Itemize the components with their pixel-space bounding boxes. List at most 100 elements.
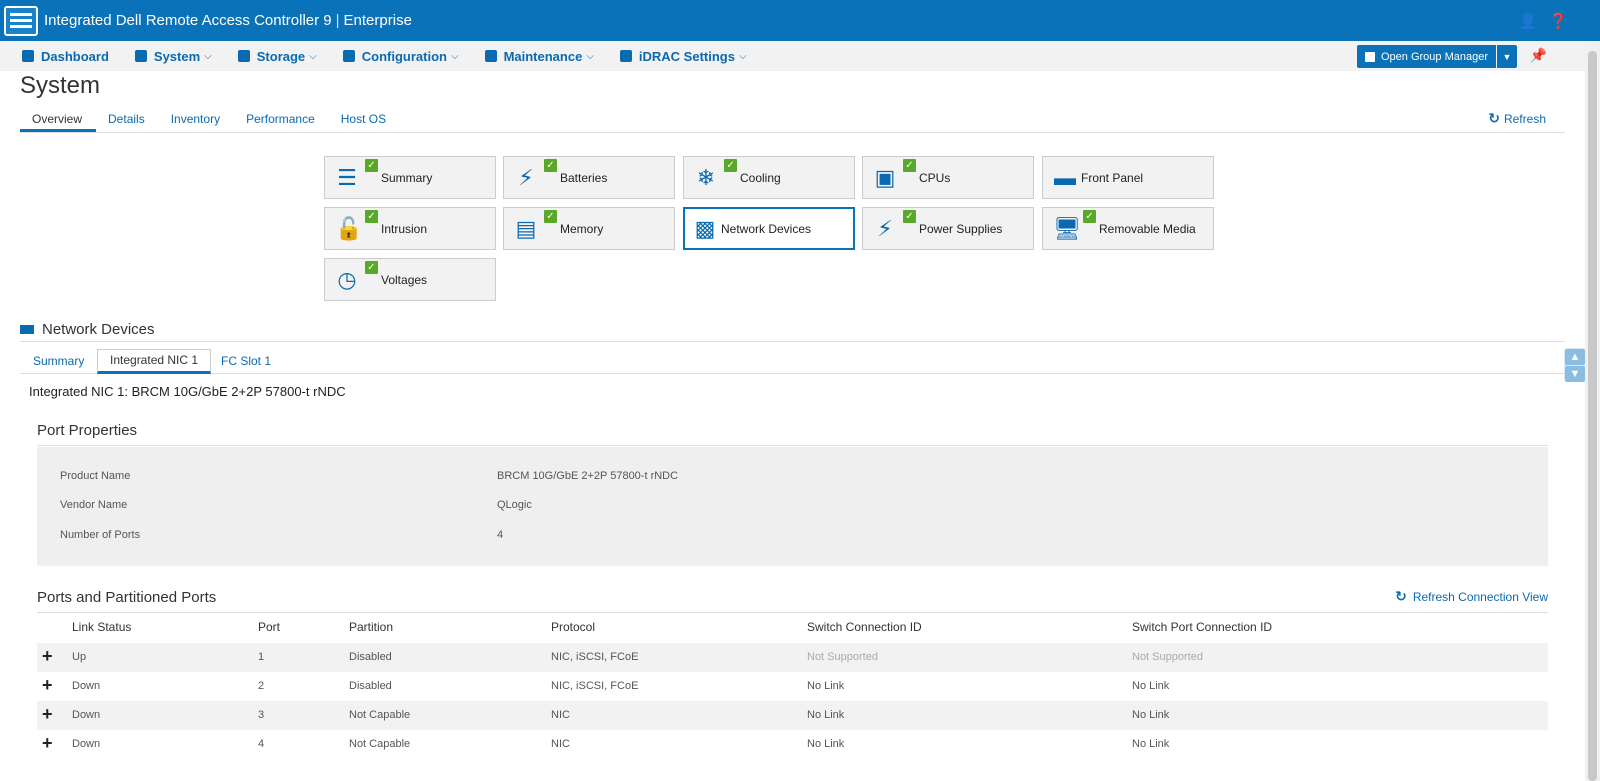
tile-voltages[interactable]: ◷ ✓ Voltages <box>324 258 496 301</box>
status-ok-icon: ✓ <box>365 210 378 223</box>
port-number: 2 <box>258 680 265 692</box>
lock-icon: 🔓 <box>335 215 363 241</box>
tile-power-supplies[interactable]: ⚡ ✓ Power Supplies <box>862 207 1034 250</box>
switch-port-connection-id: No Link <box>1132 709 1170 721</box>
tile-network-devices[interactable]: ▩ Network Devices <box>683 207 855 250</box>
network-devices-header: Network Devices <box>20 318 1565 342</box>
menu-maintenance[interactable]: Maintenance ⌵ <box>484 48 594 64</box>
port-number: 1 <box>258 651 265 663</box>
tab-inventory[interactable]: Inventory <box>159 108 234 132</box>
status-ok-icon: ✓ <box>724 159 737 172</box>
menu-label: iDRAC Settings <box>638 48 735 64</box>
menu-dashboard[interactable]: Dashboard <box>22 49 109 64</box>
menu-idrac-settings[interactable]: iDRAC Settings ⌵ <box>619 48 747 64</box>
property-value: QLogic <box>497 499 532 511</box>
table-row: + Down 3 Not Capable NIC No Link No Link <box>37 701 1548 730</box>
expand-icon[interactable]: + <box>42 646 53 667</box>
tile-intrusion[interactable]: 🔓 ✓ Intrusion <box>324 207 496 250</box>
subtab-summary[interactable]: Summary <box>33 349 84 374</box>
menu-label: Dashboard <box>41 48 109 64</box>
link-status: Down <box>72 709 101 721</box>
home-icon <box>22 50 34 62</box>
open-group-manager-label: Open Group Manager <box>1380 50 1488 63</box>
app-title: Integrated Dell Remote Access Controller… <box>44 12 412 29</box>
column-header: Protocol <box>551 620 596 634</box>
menu-label: Configuration <box>361 48 447 64</box>
chevron-up-icon[interactable]: ▲ <box>1565 349 1585 365</box>
refresh-connection-view-button[interactable]: ↻ Refresh Connection View <box>1395 588 1548 605</box>
network-card-icon <box>20 325 34 334</box>
tab-overview[interactable]: Overview <box>20 108 97 132</box>
menu-system[interactable]: System ⌵ <box>134 49 212 64</box>
open-group-manager: Open Group Manager ▼ <box>1356 45 1517 68</box>
app-title-text: Integrated Dell Remote Access Controller… <box>44 12 332 29</box>
table-header: Link Status Port Partition Protocol Swit… <box>37 614 1548 643</box>
port-properties-title: Port Properties <box>37 422 1548 446</box>
refresh-icon: ↻ <box>1395 588 1407 604</box>
switch-port-connection-id: No Link <box>1132 738 1170 750</box>
chevron-down-icon: ⌵ <box>738 50 747 62</box>
top-header: Integrated Dell Remote Access Controller… <box>0 0 1600 41</box>
switch-connection-id: No Link <box>807 709 845 721</box>
menu-label: Storage <box>256 48 306 64</box>
tile-memory[interactable]: ▤ ✓ Memory <box>503 207 675 250</box>
tile-batteries[interactable]: ⚡ ✓ Batteries <box>503 156 675 199</box>
tile-label: CPUs <box>919 170 951 185</box>
protocol: NIC, iSCSI, FCoE <box>551 680 639 692</box>
group-manager-dropdown-button[interactable]: ▼ <box>1497 45 1517 68</box>
help-icon[interactable]: ❓ <box>1549 12 1568 30</box>
section-scroll-control[interactable]: ▲ ▼ <box>1564 348 1586 382</box>
building-icon <box>1364 51 1375 62</box>
wrench-icon <box>484 50 497 62</box>
edition-label: Enterprise <box>343 12 412 29</box>
status-ok-icon: ✓ <box>903 159 916 172</box>
table-row: + Down 4 Not Capable NIC No Link No Link <box>37 730 1548 759</box>
subtab-fc-slot-1[interactable]: FC Slot 1 <box>221 349 271 374</box>
list-icon: ☰ <box>337 164 357 190</box>
expand-icon[interactable]: + <box>42 675 53 696</box>
property-value: 4 <box>497 529 504 541</box>
front-panel-icon: ▬ <box>1054 164 1076 190</box>
chevron-down-icon: ⌵ <box>309 50 317 62</box>
tile-summary[interactable]: ☰ ✓ Summary <box>324 156 496 199</box>
protocol: NIC, iSCSI, FCoE <box>551 651 639 663</box>
idrac-logo-icon <box>4 5 38 36</box>
tile-front-panel[interactable]: ▬ Front Panel <box>1042 156 1214 199</box>
pin-icon[interactable]: 📌 <box>1530 47 1547 64</box>
user-icon[interactable]: 👤 <box>1519 12 1538 30</box>
gears-icon <box>619 50 632 62</box>
tile-cpus[interactable]: ▣ ✓ CPUs <box>862 156 1034 199</box>
scrollbar-thumb[interactable] <box>1588 51 1597 781</box>
refresh-icon: ↻ <box>1488 110 1500 126</box>
partition: Not Capable <box>349 709 411 721</box>
nic-title: Integrated NIC 1: BRCM 10G/GbE 2+2P 5780… <box>29 384 346 399</box>
refresh-connection-view-label: Refresh Connection View <box>1412 589 1548 604</box>
chevron-down-icon[interactable]: ▼ <box>1565 366 1585 382</box>
menu-label: Maintenance <box>503 48 583 64</box>
open-group-manager-button[interactable]: Open Group Manager <box>1356 45 1496 68</box>
port-number: 3 <box>258 709 265 721</box>
switch-port-connection-id: No Link <box>1132 680 1170 692</box>
expand-icon[interactable]: + <box>42 704 53 725</box>
memory-icon: ▤ <box>515 215 537 241</box>
status-ok-icon: ✓ <box>544 210 557 223</box>
page-scrollbar[interactable] <box>1585 41 1600 781</box>
table-row: + Down 2 Disabled NIC, iSCSI, FCoE No Li… <box>37 672 1548 701</box>
tile-label: Power Supplies <box>919 221 1003 236</box>
switch-connection-id: No Link <box>807 680 845 692</box>
tile-label: Memory <box>560 221 604 236</box>
ports-table: Link Status Port Partition Protocol Swit… <box>37 614 1548 759</box>
expand-icon[interactable]: + <box>42 733 53 754</box>
tile-cooling[interactable]: ❄ ✓ Cooling <box>683 156 855 199</box>
refresh-label: Refresh <box>1503 111 1546 126</box>
tab-host-os[interactable]: Host OS <box>329 108 400 132</box>
menu-storage[interactable]: Storage ⌵ <box>237 48 317 64</box>
tile-label: Cooling <box>740 170 781 185</box>
menu-configuration[interactable]: Configuration ⌵ <box>342 48 459 64</box>
tab-performance[interactable]: Performance <box>234 108 329 132</box>
tile-removable-media[interactable]: 🖥 ✓ Removable Media <box>1042 207 1214 250</box>
tab-details[interactable]: Details <box>96 108 159 132</box>
snowflake-icon: ❄ <box>696 164 716 190</box>
refresh-button[interactable]: ↻ Refresh <box>1488 110 1546 127</box>
subtab-integrated-nic-1[interactable]: Integrated NIC 1 <box>97 349 212 374</box>
